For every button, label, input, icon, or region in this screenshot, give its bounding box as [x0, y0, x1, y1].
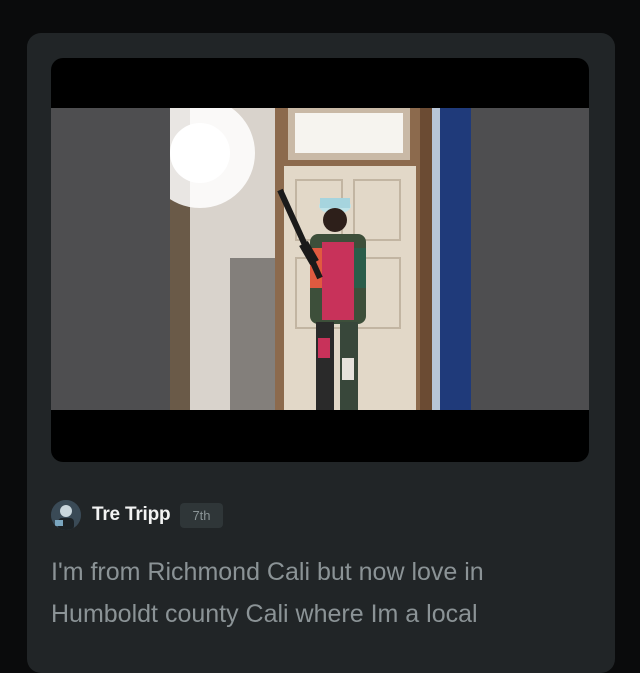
post-media[interactable] — [51, 58, 589, 462]
post-timestamp-badge: 7th — [180, 502, 223, 528]
post-author-row: Tre Tripp 7th — [51, 499, 223, 531]
post-card: Tre Tripp 7th I'm from Richmond Cali but… — [27, 33, 615, 673]
post-body-text: I'm from Richmond Cali but now love in H… — [51, 558, 484, 628]
post-photo[interactable] — [170, 108, 471, 410]
photo-image-icon — [170, 108, 471, 410]
media-letterbox-right — [471, 108, 589, 410]
author-avatar[interactable] — [51, 500, 81, 530]
user-avatar-icon — [51, 500, 81, 530]
author-name[interactable]: Tre Tripp — [92, 504, 171, 526]
media-letterbox-left — [51, 108, 170, 410]
